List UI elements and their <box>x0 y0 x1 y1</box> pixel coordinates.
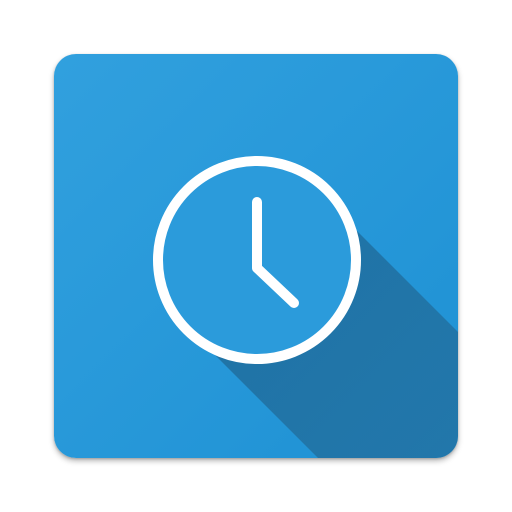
app-icon-tile[interactable] <box>54 54 458 458</box>
clock-icon <box>54 54 458 458</box>
app-icon-stage <box>0 0 512 512</box>
